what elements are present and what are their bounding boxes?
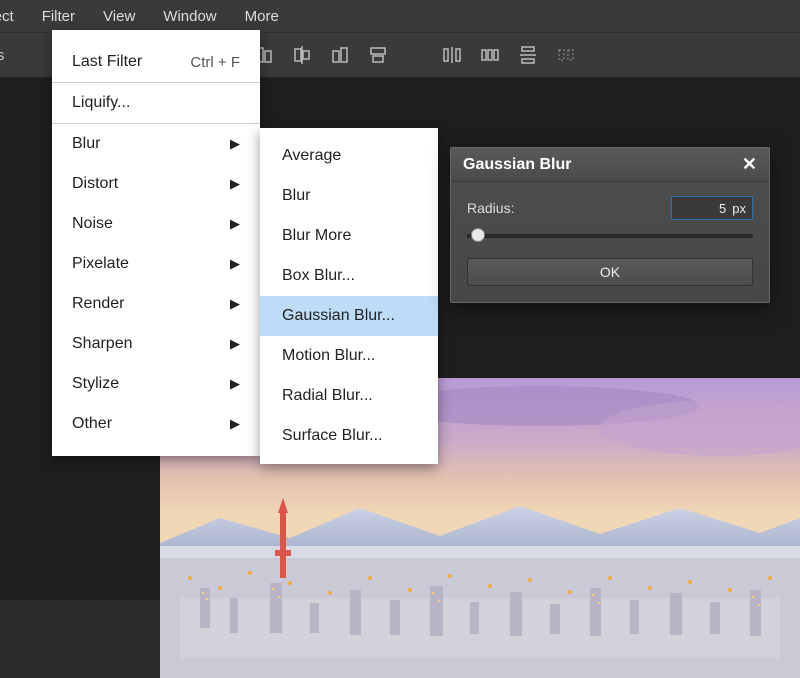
blur-submenu: Average Blur Blur More Box Blur... Gauss… — [260, 128, 438, 464]
menubar: elect Filter View Window More — [0, 0, 800, 32]
menu-blur[interactable]: Blur ▶ — [52, 124, 260, 164]
submenu-arrow-icon: ▶ — [230, 136, 240, 152]
radius-input[interactable]: 5 px — [671, 196, 753, 220]
menu-liquify[interactable]: Liquify... — [52, 83, 260, 123]
submenu-motion-blur[interactable]: Motion Blur... — [260, 336, 438, 376]
menu-pixelate-label: Pixelate — [72, 255, 129, 273]
gaussian-blur-dialog: Gaussian Blur ✕ Radius: 5 px OK — [450, 147, 770, 303]
submenu-blur-more[interactable]: Blur More — [260, 216, 438, 256]
submenu-arrow-icon: ▶ — [230, 216, 240, 232]
menu-blur-label: Blur — [72, 135, 100, 153]
menu-last-filter[interactable]: Last Filter Ctrl + F — [52, 42, 260, 82]
radius-slider[interactable] — [467, 226, 753, 244]
close-icon[interactable]: ✕ — [742, 154, 757, 175]
menu-last-filter-label: Last Filter — [72, 53, 142, 71]
submenu-surface-blur-label: Surface Blur... — [282, 427, 383, 445]
align-center-h-icon[interactable] — [292, 45, 312, 65]
filter-menu: Last Filter Ctrl + F Liquify... Blur ▶ D… — [52, 30, 260, 456]
radius-unit: px — [732, 201, 746, 216]
submenu-average-label: Average — [282, 147, 341, 165]
dialog-titlebar[interactable]: Gaussian Blur ✕ — [451, 148, 769, 182]
submenu-motion-blur-label: Motion Blur... — [282, 347, 375, 365]
submenu-radial-blur-label: Radial Blur... — [282, 387, 373, 405]
menu-noise[interactable]: Noise ▶ — [52, 204, 260, 244]
distribute-h-icon[interactable] — [442, 45, 462, 65]
radius-label: Radius: — [467, 200, 514, 216]
distribute-v-icon[interactable] — [518, 45, 538, 65]
menu-render-label: Render — [72, 295, 124, 313]
menu-last-filter-shortcut: Ctrl + F — [190, 54, 240, 71]
menu-render[interactable]: Render ▶ — [52, 284, 260, 324]
menu-pixelate[interactable]: Pixelate ▶ — [52, 244, 260, 284]
menu-select[interactable]: elect — [0, 0, 28, 32]
submenu-arrow-icon: ▶ — [230, 176, 240, 192]
distribute-spacing-icon[interactable] — [556, 45, 576, 65]
ok-button-label: OK — [600, 264, 620, 280]
menu-liquify-label: Liquify... — [72, 94, 130, 112]
radius-value: 5 — [678, 201, 726, 216]
submenu-radial-blur[interactable]: Radial Blur... — [260, 376, 438, 416]
dialog-title: Gaussian Blur — [463, 156, 571, 174]
slider-track — [467, 234, 753, 238]
submenu-arrow-icon: ▶ — [230, 336, 240, 352]
menu-other-label: Other — [72, 415, 112, 433]
menu-filter[interactable]: Filter — [28, 0, 89, 32]
slider-thumb[interactable] — [471, 228, 485, 242]
submenu-arrow-icon: ▶ — [230, 296, 240, 312]
menu-stylize[interactable]: Stylize ▶ — [52, 364, 260, 404]
menu-sharpen-label: Sharpen — [72, 335, 133, 353]
menu-view[interactable]: View — [89, 0, 149, 32]
toolbar-label: trols — [0, 47, 22, 64]
distribute-center-icon[interactable] — [480, 45, 500, 65]
submenu-gaussian-blur-label: Gaussian Blur... — [282, 307, 395, 325]
menu-distort[interactable]: Distort ▶ — [52, 164, 260, 204]
menu-sharpen[interactable]: Sharpen ▶ — [52, 324, 260, 364]
submenu-blur-more-label: Blur More — [282, 227, 351, 245]
submenu-box-blur-label: Box Blur... — [282, 267, 355, 285]
menu-stylize-label: Stylize — [72, 375, 119, 393]
menu-noise-label: Noise — [72, 215, 113, 233]
submenu-blur-label: Blur — [282, 187, 310, 205]
menu-window[interactable]: Window — [149, 0, 230, 32]
submenu-box-blur[interactable]: Box Blur... — [260, 256, 438, 296]
menu-other[interactable]: Other ▶ — [52, 404, 260, 444]
submenu-blur[interactable]: Blur — [260, 176, 438, 216]
submenu-arrow-icon: ▶ — [230, 256, 240, 272]
submenu-surface-blur[interactable]: Surface Blur... — [260, 416, 438, 456]
align-right-icon[interactable] — [330, 45, 350, 65]
submenu-arrow-icon: ▶ — [230, 376, 240, 392]
align-top-icon[interactable] — [368, 45, 388, 65]
ok-button[interactable]: OK — [467, 258, 753, 286]
submenu-arrow-icon: ▶ — [230, 416, 240, 432]
align-icons — [254, 45, 576, 65]
menu-distort-label: Distort — [72, 175, 118, 193]
menu-more[interactable]: More — [231, 0, 293, 32]
submenu-gaussian-blur[interactable]: Gaussian Blur... — [260, 296, 438, 336]
submenu-average[interactable]: Average — [260, 136, 438, 176]
